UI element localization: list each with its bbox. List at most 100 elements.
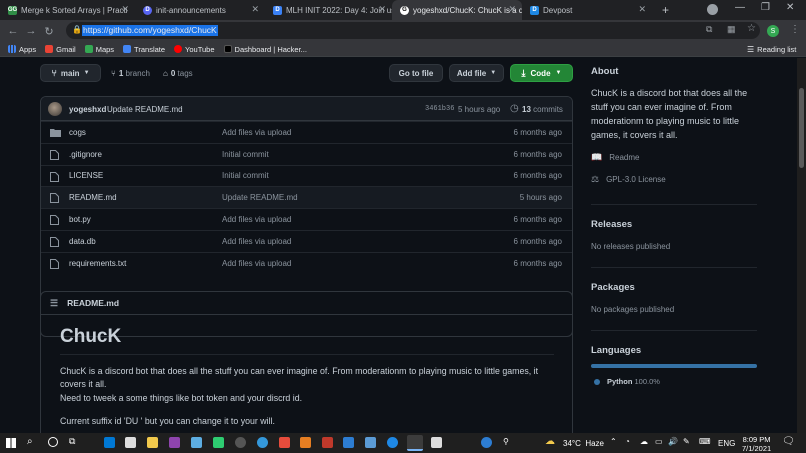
file-name[interactable]: .gitignore bbox=[69, 150, 102, 159]
minimize-icon[interactable]: — bbox=[735, 2, 745, 13]
tab-devpost[interactable]: D Devpost ✕ bbox=[522, 0, 652, 20]
tab-github-chuck[interactable]: G yogeshxd/ChucK: ChucK is a di ✕ bbox=[392, 0, 522, 20]
app-icon[interactable] bbox=[169, 437, 180, 448]
file-name[interactable]: data.db bbox=[69, 237, 96, 246]
restore-icon[interactable]: ❐ bbox=[761, 2, 770, 13]
table-row[interactable]: LICENSE Initial commit 6 months ago bbox=[41, 164, 572, 187]
reload-icon[interactable]: ↻ bbox=[40, 25, 58, 38]
address-bar[interactable]: 🔒 https://github.com/yogeshxd/ChucK ⧉ ▦ … bbox=[66, 22, 760, 39]
packages-heading[interactable]: Packages bbox=[591, 282, 635, 293]
notification-icon[interactable]: 🗨 bbox=[782, 436, 795, 447]
avatar[interactable] bbox=[48, 102, 62, 116]
windows-start-icon[interactable] bbox=[6, 438, 16, 448]
page-scrollbar[interactable] bbox=[797, 58, 806, 433]
new-tab-button[interactable]: + bbox=[662, 3, 669, 17]
chrome-icon[interactable] bbox=[407, 435, 423, 451]
tab-init-announcements[interactable]: D init-announcements ✕ bbox=[135, 0, 265, 20]
vscode-icon[interactable] bbox=[343, 437, 354, 448]
weather-widget[interactable]: 34°C Haze bbox=[563, 439, 604, 448]
keyboard-icon[interactable]: ⌨ bbox=[699, 437, 711, 446]
close-icon[interactable]: ✕ bbox=[121, 4, 129, 15]
bookmark-translate[interactable]: Translate bbox=[123, 45, 165, 54]
app-icon[interactable] bbox=[322, 437, 333, 448]
battery-icon[interactable]: ▭ bbox=[655, 437, 663, 446]
window-close-icon[interactable]: ✕ bbox=[786, 2, 794, 13]
commit-author[interactable]: yogeshxd bbox=[69, 105, 106, 114]
table-row[interactable]: cogs Add files via upload 6 months ago bbox=[41, 121, 572, 143]
bookmark-apps[interactable]: Apps bbox=[8, 45, 36, 54]
volume-icon[interactable]: 🔊 bbox=[668, 437, 678, 446]
bookmark-star-icon[interactable]: ☆ bbox=[747, 23, 756, 34]
commits-link[interactable]: 13 commits bbox=[522, 105, 563, 114]
close-icon[interactable]: ✕ bbox=[251, 4, 259, 15]
releases-heading[interactable]: Releases bbox=[591, 219, 632, 230]
branch-selector[interactable]: ⑂ main ▼ bbox=[40, 64, 101, 82]
forward-arrow-icon[interactable]: → bbox=[22, 25, 40, 37]
file-name[interactable]: README.md bbox=[69, 193, 117, 202]
file-name[interactable]: requirements.txt bbox=[69, 259, 126, 268]
bookmark-youtube[interactable]: YouTube bbox=[174, 45, 215, 54]
file-commit-message[interactable]: Add files via upload bbox=[222, 215, 291, 224]
cortana-icon[interactable] bbox=[48, 437, 58, 447]
license-link[interactable]: ⚖ GPL-3.0 License bbox=[591, 174, 761, 185]
code-button[interactable]: ⤓ Code ▼ bbox=[510, 64, 573, 82]
media-control-icon[interactable] bbox=[707, 4, 718, 15]
language-indicator[interactable]: ENG bbox=[718, 439, 735, 448]
add-file-button[interactable]: Add file ▼ bbox=[449, 64, 504, 82]
file-commit-message[interactable]: Add files via upload bbox=[222, 237, 291, 246]
clock[interactable]: 8:09 PM 7/1/2021 bbox=[742, 435, 771, 453]
close-icon[interactable]: ✕ bbox=[378, 4, 386, 15]
file-explorer-icon[interactable] bbox=[147, 437, 158, 448]
app-icon[interactable] bbox=[257, 437, 268, 448]
table-row[interactable]: bot.py Add files via upload 6 months ago bbox=[41, 208, 572, 230]
url-text[interactable]: https://github.com/yogeshxd/ChucK bbox=[82, 25, 218, 36]
file-name[interactable]: LICENSE bbox=[69, 171, 103, 180]
table-row[interactable]: README.md Update README.md 5 hours ago bbox=[41, 186, 572, 209]
profile-avatar[interactable]: S bbox=[767, 25, 779, 37]
kebab-menu-icon[interactable]: ⋮ bbox=[790, 24, 800, 35]
branches-link[interactable]: ⑂ 1 branch bbox=[111, 69, 150, 78]
tags-link[interactable]: ⌂ 0 tags bbox=[163, 69, 193, 78]
readme-link[interactable]: 📖 Readme bbox=[591, 152, 761, 163]
help-icon[interactable] bbox=[481, 437, 492, 448]
close-icon[interactable]: ✕ bbox=[638, 4, 646, 15]
file-name[interactable]: cogs bbox=[69, 128, 86, 137]
bookmark-maps[interactable]: Maps bbox=[84, 45, 114, 54]
install-app-icon[interactable]: ⧉ bbox=[706, 24, 712, 35]
app-icon[interactable] bbox=[431, 437, 442, 448]
office-icon[interactable] bbox=[300, 437, 311, 448]
table-row[interactable]: .gitignore Initial commit 6 months ago bbox=[41, 142, 572, 165]
language-python[interactable]: Python 100.0% bbox=[591, 377, 660, 386]
file-name[interactable]: bot.py bbox=[69, 215, 91, 224]
people-icon[interactable]: ⚲ bbox=[503, 437, 509, 446]
commit-message[interactable]: Update README.md bbox=[107, 105, 183, 114]
file-commit-message[interactable]: Add files via upload bbox=[222, 128, 291, 137]
go-to-file-button[interactable]: Go to file bbox=[389, 64, 443, 82]
file-commit-message[interactable]: Update README.md bbox=[222, 193, 298, 202]
pen-icon[interactable]: ✎ bbox=[683, 437, 690, 446]
app-icon[interactable] bbox=[213, 437, 224, 448]
app-icon[interactable] bbox=[191, 437, 202, 448]
list-icon[interactable]: ☰ bbox=[50, 298, 58, 309]
app-icon[interactable] bbox=[235, 437, 246, 448]
chevron-up-icon[interactable]: ⌃ bbox=[610, 437, 617, 446]
bookmark-hackerrank[interactable]: Dashboard | Hacker... bbox=[223, 45, 307, 54]
tab-mlh-init[interactable]: D MLH INIT 2022: Day 4: Join us ✕ bbox=[265, 0, 392, 20]
app-icon[interactable] bbox=[279, 437, 290, 448]
bookmark-gmail[interactable]: Gmail bbox=[45, 45, 76, 54]
cloud-icon[interactable]: ☁ bbox=[640, 437, 648, 446]
commit-sha[interactable]: 3461b36 bbox=[425, 105, 454, 113]
file-commit-message[interactable]: Initial commit bbox=[222, 150, 269, 159]
wifi-icon[interactable]: ◔ bbox=[625, 437, 630, 446]
file-commit-message[interactable]: Initial commit bbox=[222, 171, 269, 180]
store-icon[interactable] bbox=[125, 437, 136, 448]
file-commit-message[interactable]: Add files via upload bbox=[222, 259, 291, 268]
reading-list-button[interactable]: ☰ Reading list bbox=[747, 45, 796, 54]
qr-code-icon[interactable]: ▦ bbox=[727, 24, 736, 35]
table-row[interactable]: requirements.txt Add files via upload 6 … bbox=[41, 251, 572, 274]
scrollbar-thumb[interactable] bbox=[799, 88, 804, 168]
table-row[interactable]: data.db Add files via upload 6 months ag… bbox=[41, 229, 572, 252]
search-icon[interactable]: ⌕ bbox=[27, 436, 33, 447]
close-icon[interactable]: ✕ bbox=[508, 4, 516, 15]
dropbox-icon[interactable] bbox=[104, 437, 115, 448]
